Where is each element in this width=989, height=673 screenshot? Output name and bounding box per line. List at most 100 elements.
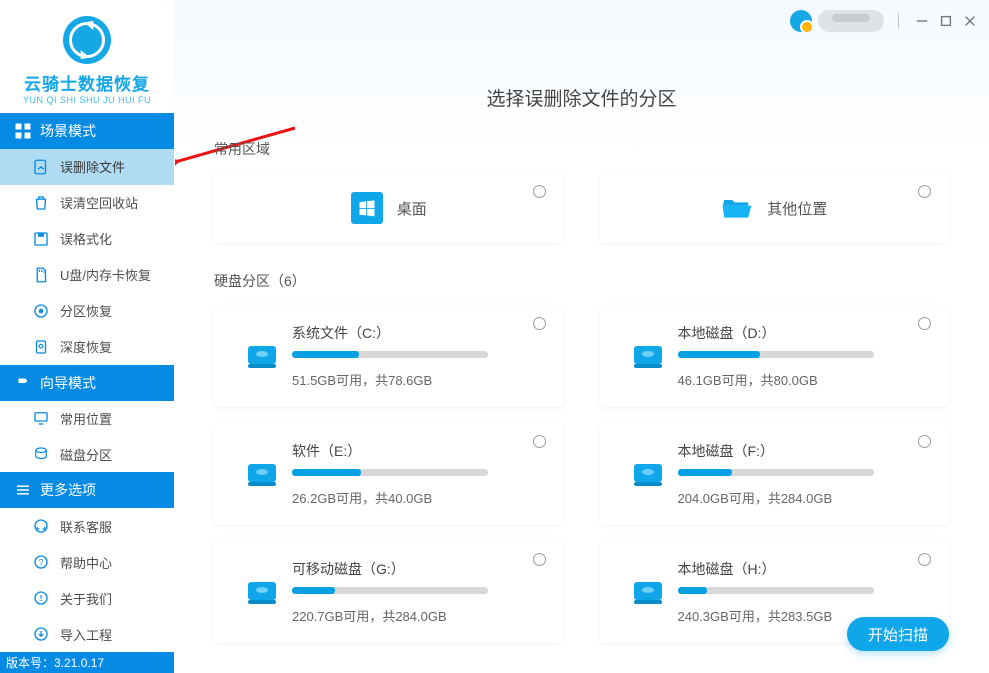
brand-name: 云骑士数据恢复: [10, 70, 164, 95]
sidebar-section-label: 更多选项: [40, 480, 96, 500]
version-label: 版本号：3.21.0.17: [0, 652, 174, 673]
signpost-icon: [14, 374, 32, 392]
sidebar-section-wizard-mode[interactable]: 向导模式: [0, 365, 174, 401]
sidebar-item-label: 关于我们: [60, 589, 112, 608]
sidebar-item-disk-partition[interactable]: 磁盘分区: [0, 436, 174, 472]
hdd-icon: [232, 559, 292, 625]
radio-icon: [533, 317, 546, 330]
disk-card[interactable]: 本地磁盘（F:） 204.0GB可用，共284.0GB: [600, 423, 950, 525]
radio-icon: [918, 185, 931, 198]
sidebar-item-partition[interactable]: 分区恢复: [0, 293, 174, 329]
usage-bar: [678, 469, 874, 476]
sidebar-item-label: 导入工程: [60, 625, 112, 644]
disk-card[interactable]: 可移动磁盘（G:） 220.7GB可用，共284.0GB: [214, 541, 564, 643]
radio-icon: [918, 435, 931, 448]
sidebar-item-support[interactable]: 联系客服: [0, 508, 174, 544]
grid-icon: [14, 122, 32, 140]
deep-scan-icon: [32, 338, 50, 356]
usage-bar: [292, 587, 488, 594]
sd-card-icon: [32, 266, 50, 284]
brand-pinyin: YUN QI SHI SHU JU HUI FU: [10, 95, 164, 105]
disk-card[interactable]: 软件（E:） 26.2GB可用，共40.0GB: [214, 423, 564, 525]
svg-text:!: !: [40, 594, 43, 603]
sidebar-section-label: 场景模式: [40, 121, 96, 141]
import-icon: [32, 625, 50, 643]
trash-icon: [32, 194, 50, 212]
disk-stat: 26.2GB可用，共40.0GB: [292, 488, 546, 507]
partition-icon: [32, 302, 50, 320]
sidebar-section-more[interactable]: 更多选项: [0, 472, 174, 508]
help-icon: ?: [32, 553, 50, 571]
app-logo: 云骑士数据恢复 YUN QI SHI SHU JU HUI FU: [0, 0, 174, 113]
sidebar-item-label: 常用位置: [60, 409, 112, 428]
disk-stat: 46.1GB可用，共80.0GB: [678, 370, 932, 389]
disk-stat: 220.7GB可用，共284.0GB: [292, 606, 546, 625]
hdd-icon: [618, 441, 678, 507]
sidebar-item-usb[interactable]: U盘/内存卡恢复: [0, 257, 174, 293]
radio-icon: [533, 553, 546, 566]
windows-icon: [351, 192, 383, 224]
disk-name: 软件（E:）: [292, 441, 546, 461]
sidebar-section-label: 向导模式: [40, 373, 96, 393]
common-section-label: 常用区域: [214, 139, 949, 159]
disk-name: 可移动磁盘（G:）: [292, 559, 546, 579]
sidebar-item-label: 深度恢复: [60, 337, 112, 356]
radio-icon: [533, 435, 546, 448]
usage-bar: [678, 587, 874, 594]
disk-stat: 204.0GB可用，共284.0GB: [678, 488, 932, 507]
sidebar-item-about[interactable]: ! 关于我们: [0, 580, 174, 616]
hdd-icon: [232, 441, 292, 507]
start-scan-button[interactable]: 开始扫描: [847, 617, 949, 651]
common-card-desktop[interactable]: 桌面: [214, 173, 564, 243]
headset-icon: [32, 517, 50, 535]
usage-bar: [292, 351, 488, 358]
sidebar-item-label: 联系客服: [60, 517, 112, 536]
disk-stat: 51.5GB可用，共78.6GB: [292, 370, 546, 389]
sidebar-item-deep[interactable]: 深度恢复: [0, 329, 174, 365]
floppy-icon: [32, 230, 50, 248]
sidebar-item-recycle-bin[interactable]: 误清空回收站: [0, 185, 174, 221]
sidebar-item-common-location[interactable]: 常用位置: [0, 401, 174, 437]
common-card-other-location[interactable]: 其他位置: [600, 173, 950, 243]
disk-name: 本地磁盘（F:）: [678, 441, 932, 461]
monitor-icon: [32, 409, 50, 427]
disk-card[interactable]: 本地磁盘（D:） 46.1GB可用，共80.0GB: [600, 305, 950, 407]
sidebar: 云骑士数据恢复 YUN QI SHI SHU JU HUI FU 场景模式 误删…: [0, 0, 174, 673]
radio-icon: [918, 553, 931, 566]
usage-bar: [678, 351, 874, 358]
menu-icon: [14, 481, 32, 499]
sidebar-item-label: 误删除文件: [60, 157, 125, 176]
radio-icon: [918, 317, 931, 330]
start-scan-label: 开始扫描: [868, 624, 928, 645]
sidebar-item-help[interactable]: ? 帮助中心: [0, 544, 174, 580]
sidebar-item-import[interactable]: 导入工程: [0, 616, 174, 652]
info-icon: !: [32, 589, 50, 607]
hdd-icon: [232, 323, 292, 389]
radio-icon: [533, 185, 546, 198]
main-content: 选择误删除文件的分区 常用区域 桌面 其他位置 硬盘分区（6） 系统文件（C:）…: [174, 0, 989, 673]
folder-open-icon: [721, 192, 753, 224]
sidebar-item-label: 帮助中心: [60, 553, 112, 572]
disk-section-label: 硬盘分区（6）: [214, 271, 949, 291]
disk-icon: [32, 445, 50, 463]
sidebar-item-deleted-files[interactable]: 误删除文件: [0, 149, 174, 185]
page-title: 选择误删除文件的分区: [214, 0, 949, 111]
disk-card[interactable]: 系统文件（C:） 51.5GB可用，共78.6GB: [214, 305, 564, 407]
hdd-icon: [618, 559, 678, 625]
svg-text:?: ?: [39, 558, 44, 567]
sidebar-item-label: U盘/内存卡恢复: [60, 265, 151, 284]
sidebar-item-label: 误清空回收站: [60, 193, 138, 212]
common-card-label: 桌面: [397, 198, 427, 219]
disk-name: 本地磁盘（H:）: [678, 559, 932, 579]
sidebar-item-label: 磁盘分区: [60, 445, 112, 464]
sidebar-item-label: 分区恢复: [60, 301, 112, 320]
sidebar-section-scene-mode[interactable]: 场景模式: [0, 113, 174, 149]
sidebar-item-label: 误格式化: [60, 229, 112, 248]
common-card-label: 其他位置: [767, 198, 827, 219]
usage-bar: [292, 469, 488, 476]
sidebar-item-format[interactable]: 误格式化: [0, 221, 174, 257]
hdd-icon: [618, 323, 678, 389]
file-back-icon: [32, 158, 50, 176]
disk-name: 本地磁盘（D:）: [678, 323, 932, 343]
disk-name: 系统文件（C:）: [292, 323, 546, 343]
